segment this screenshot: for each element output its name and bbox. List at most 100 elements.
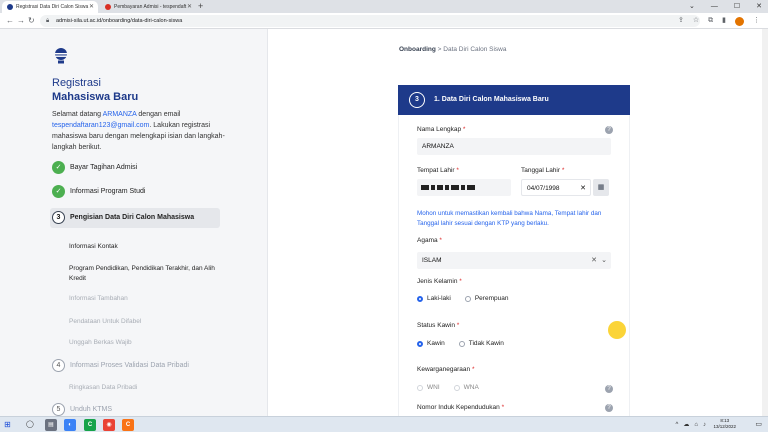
radio-wna[interactable]: WNA — [453, 384, 479, 391]
step-informasi-prodi[interactable]: ✓ Informasi Program Studi — [50, 184, 220, 208]
recorder-icon[interactable]: C — [122, 419, 134, 431]
close-window-icon[interactable]: ✕ — [756, 0, 762, 13]
substep-ringkasan-data[interactable]: Ringkasan Data Pribadi — [69, 383, 137, 393]
agama-label-text: Agama — [417, 237, 438, 244]
radio-label: Perempuan — [474, 295, 509, 302]
clear-date-icon[interactable]: ✕ — [580, 180, 586, 197]
section-number-badge: 3 — [409, 92, 425, 108]
back-icon[interactable]: ← — [6, 13, 14, 29]
tempat-lahir-label: Tempat Lahir * — [417, 167, 459, 174]
substep-program-pendidikan[interactable]: Program Pendidikan, Pendidikan Terakhir,… — [69, 264, 219, 284]
camtasia-icon[interactable]: C — [84, 419, 96, 431]
search-icon[interactable]: ◯ — [26, 419, 38, 431]
breadcrumb-current: Data Diri Calon Siswa — [443, 46, 507, 53]
edge-icon[interactable]: ◐ — [64, 419, 76, 431]
help-icon[interactable]: ? — [605, 404, 613, 412]
bookmark-star-icon[interactable]: ☆ — [693, 13, 699, 29]
form-card: Nama Lengkap * ? ARMANZA Tempat Lahir * … — [398, 115, 630, 416]
step-bayar-tagihan[interactable]: ✓ Bayar Tagihan Admisi — [50, 160, 220, 184]
step-label: Informasi Program Studi — [70, 188, 146, 195]
substep-pendataan-difabel[interactable]: Pendataan Untuk Difabel — [69, 317, 141, 327]
breadcrumb-separator: > — [437, 46, 442, 53]
agama-select[interactable]: ISLAM ✕ ⌄ — [417, 252, 611, 269]
forward-icon[interactable]: → — [17, 13, 25, 29]
profile-avatar[interactable] — [735, 16, 744, 26]
sidebar-title: Registrasi — [52, 77, 101, 89]
page-scrollbar[interactable] — [762, 29, 768, 416]
kewarganegaraan-label-text: Kewarganegaraan — [417, 366, 471, 373]
new-tab-button[interactable]: + — [198, 0, 203, 13]
reload-icon[interactable]: ↻ — [28, 13, 35, 29]
tanggal-lahir-input[interactable]: 04/07/1998 ✕ — [521, 179, 591, 196]
volume-icon[interactable]: ♪ — [703, 417, 706, 433]
help-icon[interactable]: ? — [605, 126, 613, 134]
chrome-icon[interactable]: ◉ — [103, 419, 115, 431]
substep-informasi-kontak[interactable]: Informasi Kontak — [69, 242, 118, 252]
step-number-badge: 3 — [52, 211, 65, 224]
onedrive-icon[interactable]: ☁ — [683, 417, 689, 433]
radio-tidak-kawin[interactable]: Tidak Kawin — [458, 340, 504, 347]
nama-label: Nama Lengkap * — [417, 126, 465, 133]
verification-note: Mohon untuk memastikan kembali bahwa Nam… — [417, 210, 602, 227]
radio-kawin[interactable]: Kawin — [417, 340, 445, 347]
windows-start-icon[interactable]: ⊞ — [4, 420, 11, 429]
more-menu-icon[interactable]: ⋮ — [753, 13, 760, 29]
close-tab-icon[interactable]: ✕ — [89, 1, 94, 13]
redacted-value — [421, 185, 475, 190]
windows-taskbar: ⊞ ◯ ▤ ◐ C ◉ C ^ ☁ ⌂ ♪ 8:13 13/12/2022 ▭ — [0, 416, 768, 432]
notification-icon[interactable]: ▭ — [755, 420, 762, 428]
network-icon[interactable]: ⌂ — [694, 417, 698, 433]
radio-perempuan[interactable]: Perempuan — [464, 295, 509, 302]
welcome-prefix: Selamat datang — [52, 111, 102, 118]
lock-icon: 🔒︎ — [46, 18, 50, 24]
maximize-icon[interactable]: ☐ — [734, 0, 740, 13]
step-validasi-data[interactable]: 4 Informasi Proses Validasi Data Pribadi — [50, 358, 220, 382]
chevron-down-icon: ⌄ — [601, 257, 607, 264]
radio-checked-icon — [417, 295, 423, 302]
radio-unchecked-icon — [458, 340, 465, 347]
clear-select-icon[interactable]: ✕ — [591, 252, 597, 269]
tab-title: Registrasi Data Diri Calon Siswa — [16, 4, 89, 10]
show-hidden-icon[interactable]: ^ — [676, 417, 679, 433]
sidepanel-icon[interactable]: ▮ — [722, 13, 726, 29]
breadcrumb-root[interactable]: Onboarding — [399, 46, 436, 53]
tempat-lahir-input[interactable] — [417, 179, 511, 196]
calendar-icon[interactable]: ▦ — [593, 179, 609, 196]
required-mark: * — [456, 167, 459, 174]
required-mark: * — [462, 126, 466, 133]
radio-wni[interactable]: WNI — [417, 384, 440, 391]
radio-disabled-icon — [453, 384, 460, 391]
welcome-email: tespendaftaran123@gmail.com — [52, 122, 150, 129]
tab-search-icon[interactable]: ⌄ — [689, 0, 695, 13]
step-number-badge: 4 — [52, 359, 65, 372]
help-icon[interactable]: ? — [605, 385, 613, 393]
browser-tab-pembayaran[interactable]: Pembayaran Admisi - tespendaft ✕ — [100, 1, 196, 13]
share-icon[interactable]: ⇪ — [678, 13, 684, 29]
minimize-icon[interactable]: — — [711, 0, 718, 13]
substep-unggah-berkas[interactable]: Unggah Berkas Wajib — [69, 338, 132, 348]
step-label: Informasi Proses Validasi Data Pribadi — [70, 362, 189, 369]
browser-tab-registrasi[interactable]: Registrasi Data Diri Calon Siswa ✕ — [2, 1, 98, 13]
agama-label: Agama * — [417, 237, 442, 244]
kewarganegaraan-radio-group: WNI WNA — [417, 384, 493, 391]
nama-lengkap-input[interactable]: ARMANZA — [417, 138, 611, 155]
step-pengisian-data-diri[interactable]: 3 Pengisian Data Diri Calon Mahasiswa — [50, 208, 220, 228]
step-list: ✓ Bayar Tagihan Admisi ✓ Informasi Progr… — [50, 160, 220, 234]
status-kawin-label-text: Status Kawin — [417, 322, 455, 329]
radio-laki-laki[interactable]: Laki-laki — [417, 295, 451, 302]
check-circle-icon: ✓ — [52, 185, 65, 198]
jenis-kelamin-label-text: Jenis Kelamin — [417, 278, 458, 285]
file-explorer-icon[interactable]: ▤ — [45, 419, 57, 431]
required-mark: * — [471, 366, 475, 373]
address-bar[interactable]: 🔒︎ admisi-sila.ut.ac.id/onboarding/data-… — [40, 15, 700, 27]
extensions-icon[interactable]: ⧉ — [708, 13, 713, 29]
mouse-cursor-highlight — [608, 321, 626, 339]
section-title: 1. Data Diri Calon Mahasiswa Baru — [434, 96, 549, 103]
substep-informasi-tambahan[interactable]: Informasi Tambahan — [69, 294, 128, 304]
section-header: 3 1. Data Diri Calon Mahasiswa Baru — [398, 85, 630, 115]
welcome-mid: dengan email — [138, 111, 181, 118]
close-tab-icon[interactable]: ✕ — [187, 1, 192, 13]
ut-favicon-icon — [7, 4, 13, 10]
taskbar-clock[interactable]: 8:13 13/12/2022 — [713, 418, 736, 430]
radio-disabled-icon — [417, 384, 423, 391]
